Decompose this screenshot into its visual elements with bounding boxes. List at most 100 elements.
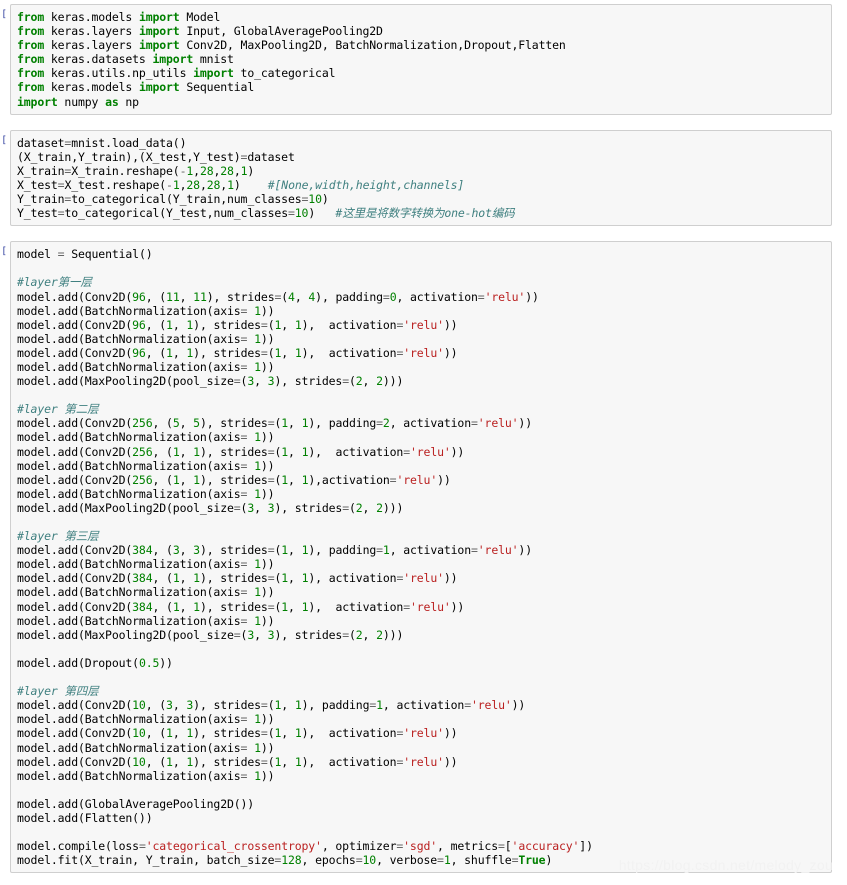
code-token: 1 <box>281 543 289 558</box>
code-token: )) <box>525 289 539 304</box>
code-token: 'relu' <box>477 416 519 431</box>
code-token: model.add(BatchNormalization(axis <box>17 557 241 572</box>
code-token: from <box>17 66 51 81</box>
code-token: , <box>179 571 194 586</box>
code-token: 1 <box>166 726 173 741</box>
code-token: model.add(Conv2D( <box>17 317 133 332</box>
code-token: 'relu' <box>410 444 451 459</box>
code-token: Sequential() <box>64 247 153 262</box>
code-token: 1 <box>254 430 261 445</box>
code-line: model.add(MaxPooling2D(pool_size=(3, 3),… <box>17 628 403 642</box>
code-token: ), activation <box>301 345 397 360</box>
code-line: model.add(Flatten()) <box>17 811 153 825</box>
code-token: )) <box>443 726 458 741</box>
code-token: )) <box>260 458 275 473</box>
code-token: , epochs <box>301 853 356 868</box>
code-source[interactable]: model = Sequential() ​ #layer第一层 model.a… <box>17 247 827 867</box>
code-token: 'categorical_crossentropy' <box>145 839 322 854</box>
code-token: model.add(Conv2D( <box>17 289 133 304</box>
code-token: 1 <box>254 303 261 318</box>
code-input-area[interactable]: dataset=mnist.load_data() (X_train,Y_tra… <box>10 129 832 227</box>
code-token: 1 <box>294 698 302 713</box>
code-source[interactable]: dataset=mnist.load_data() (X_train,Y_tra… <box>17 136 827 221</box>
code-line: from keras.layers import Input, GlobalAv… <box>17 24 383 38</box>
code-line: model.add(BatchNormalization(axis= 1)) <box>17 303 275 318</box>
code-source[interactable]: from keras.models import Model from kera… <box>17 10 827 109</box>
code-token: 1 <box>193 444 200 459</box>
code-token: = <box>497 839 505 854</box>
code-token: 1 <box>193 571 200 586</box>
code-token: ) <box>545 853 553 868</box>
code-token: keras.models <box>50 10 139 24</box>
code-line: model.add(BatchNormalization(axis= 1)) <box>17 360 275 374</box>
code-token: model.add(Conv2D( <box>17 698 133 713</box>
code-token: import <box>138 10 187 24</box>
code-token: 'relu' <box>477 543 519 558</box>
code-token: , ( <box>145 698 167 713</box>
code-line: model.add(BatchNormalization(axis= 1)) <box>17 768 275 783</box>
code-line: model.add(BatchNormalization(axis= 1)) <box>17 585 275 599</box>
code-token: )) <box>260 486 275 501</box>
cell-imports[interactable]: ]: from keras.models import Model from ke… <box>0 4 847 115</box>
code-token: - <box>166 177 173 192</box>
code-token: keras.utils.np_utils <box>50 66 194 81</box>
code-token: Model <box>186 10 221 24</box>
code-token: , shuffle <box>450 853 512 868</box>
code-line: model.add(Conv2D(256, (1, 1), strides=(1… <box>17 473 451 487</box>
code-token: 1 <box>172 472 180 487</box>
code-token: model.add(BatchNormalization(axis <box>17 486 241 501</box>
cell-model-definition[interactable]: ]: model = Sequential() ​ #layer第一层 model… <box>0 241 847 874</box>
code-line: model.add(Conv2D(384, (1, 1), strides=(1… <box>17 600 464 614</box>
code-token: 1 <box>281 571 289 586</box>
code-token: )) <box>518 543 532 558</box>
code-token: )) <box>260 613 275 628</box>
code-token: , ( <box>145 317 167 332</box>
code-token: Conv2D, MaxPooling2D, BatchNormalization… <box>186 38 566 53</box>
code-token: , ( <box>152 444 173 459</box>
code-token: 'relu' <box>403 317 444 332</box>
code-token: model.compile(loss <box>17 839 139 854</box>
code-token: 3 <box>166 698 173 713</box>
code-input-area[interactable]: model = Sequential() ​ #layer第一层 model.a… <box>10 241 832 874</box>
code-token: ), padding <box>308 543 377 558</box>
code-line: (X_train,Y_train),(X_test,Y_test)=datase… <box>17 150 295 164</box>
code-token: 11 <box>166 289 180 304</box>
code-token: = <box>260 726 268 741</box>
code-line: model.add(BatchNormalization(axis= 1)) <box>17 430 275 445</box>
code-token: ), strides <box>274 627 343 642</box>
code-token: 'relu' <box>396 472 438 487</box>
code-token: ), padding <box>301 698 370 713</box>
code-token: ), strides <box>193 317 261 332</box>
code-token: ), strides <box>193 754 261 769</box>
code-token: ( <box>348 627 356 642</box>
code-token: = <box>355 853 363 868</box>
code-token: ), activation <box>301 754 397 769</box>
cell-data-loading[interactable]: ]:dataset=mnist.load_data() (X_train,Y_t… <box>0 129 847 227</box>
code-token: 1 <box>254 458 261 473</box>
code-input-area[interactable]: from keras.models import Model from kera… <box>10 4 832 115</box>
code-token: model.add(Conv2D( <box>17 571 133 586</box>
code-token: , <box>288 571 302 586</box>
code-token: 384 <box>132 543 153 558</box>
code-line: model.add(BatchNormalization(axis= 1)) <box>17 486 275 501</box>
code-line: model.add(Conv2D(10, (1, 1), strides=(1,… <box>17 754 458 769</box>
code-token: model.add(BatchNormalization(axis <box>17 768 241 783</box>
code-token: model.add(BatchNormalization(axis <box>17 430 241 445</box>
code-token: , verbose <box>376 853 438 868</box>
code-token: 1 <box>254 613 261 628</box>
code-line: #layer 第二层 <box>17 402 99 416</box>
code-token: ), strides <box>199 599 268 614</box>
code-line: from keras.utils.np_utils import to_cate… <box>17 66 336 81</box>
code-token: 384 <box>132 599 153 614</box>
code-token: import <box>17 94 65 109</box>
code-token: , ( <box>145 289 167 304</box>
code-token: )) <box>260 303 275 318</box>
code-line: from keras.models import Sequential <box>17 80 254 94</box>
code-token: , <box>179 599 194 614</box>
code-token: from <box>17 10 51 24</box>
code-token: , <box>288 444 302 459</box>
code-token: , <box>288 599 302 614</box>
code-line: model.add(BatchNormalization(axis= 1)) <box>17 741 275 755</box>
code-token: 96 <box>132 317 146 332</box>
